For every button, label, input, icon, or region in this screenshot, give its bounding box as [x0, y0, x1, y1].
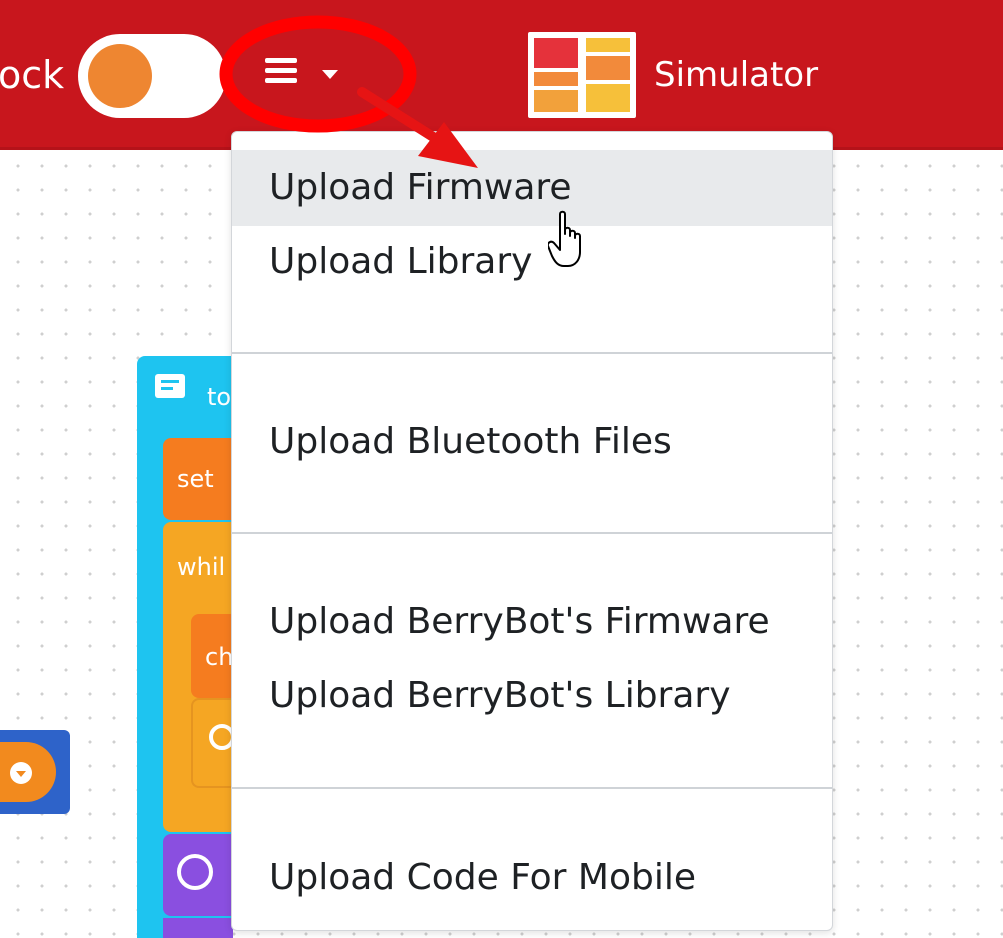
blue-block[interactable] — [0, 730, 70, 814]
sensor-icon — [177, 854, 213, 890]
inner-block-label: ch — [205, 643, 234, 671]
block-mode-label: ock — [0, 53, 65, 97]
caret-down-icon — [322, 70, 338, 79]
timer-block[interactable] — [191, 698, 235, 788]
pill-caret-icon — [10, 762, 32, 784]
function-block-label: to — [207, 383, 232, 411]
menu-divider — [232, 352, 832, 354]
upload-berrybot-firmware-item[interactable]: Upload BerryBot's Firmware — [232, 584, 832, 660]
while-block-label: whil — [177, 553, 226, 581]
set-block-label: set — [177, 465, 214, 493]
upload-code-for-mobile-item[interactable]: Upload Code For Mobile — [232, 840, 832, 916]
sensor-block[interactable] — [163, 834, 233, 916]
hamburger-menu-icon — [265, 58, 297, 84]
upload-bluetooth-files-item[interactable]: Upload Bluetooth Files — [232, 404, 832, 480]
set-block[interactable]: set — [163, 438, 233, 520]
upload-dropdown-menu: Upload Firmware Upload Library Upload Bl… — [231, 131, 833, 931]
upload-menu-button[interactable] — [258, 54, 354, 98]
dropdown-pill[interactable] — [0, 742, 56, 802]
menu-divider — [232, 532, 832, 534]
inner-block[interactable]: ch — [191, 614, 233, 698]
upload-berrybot-library-item[interactable]: Upload BerryBot's Library — [232, 658, 832, 734]
top-bar: ock Simulator — [0, 0, 1003, 150]
comment-icon[interactable] — [155, 374, 185, 398]
bottom-block[interactable] — [163, 918, 233, 938]
upload-library-item[interactable]: Upload Library — [232, 224, 832, 300]
block-mode-toggle[interactable] — [78, 34, 226, 118]
simulator-label[interactable]: Simulator — [654, 52, 818, 98]
upload-firmware-item[interactable]: Upload Firmware — [232, 150, 832, 226]
simulator-grid-icon[interactable] — [528, 32, 636, 118]
menu-divider — [232, 787, 832, 789]
toggle-knob — [88, 44, 152, 108]
